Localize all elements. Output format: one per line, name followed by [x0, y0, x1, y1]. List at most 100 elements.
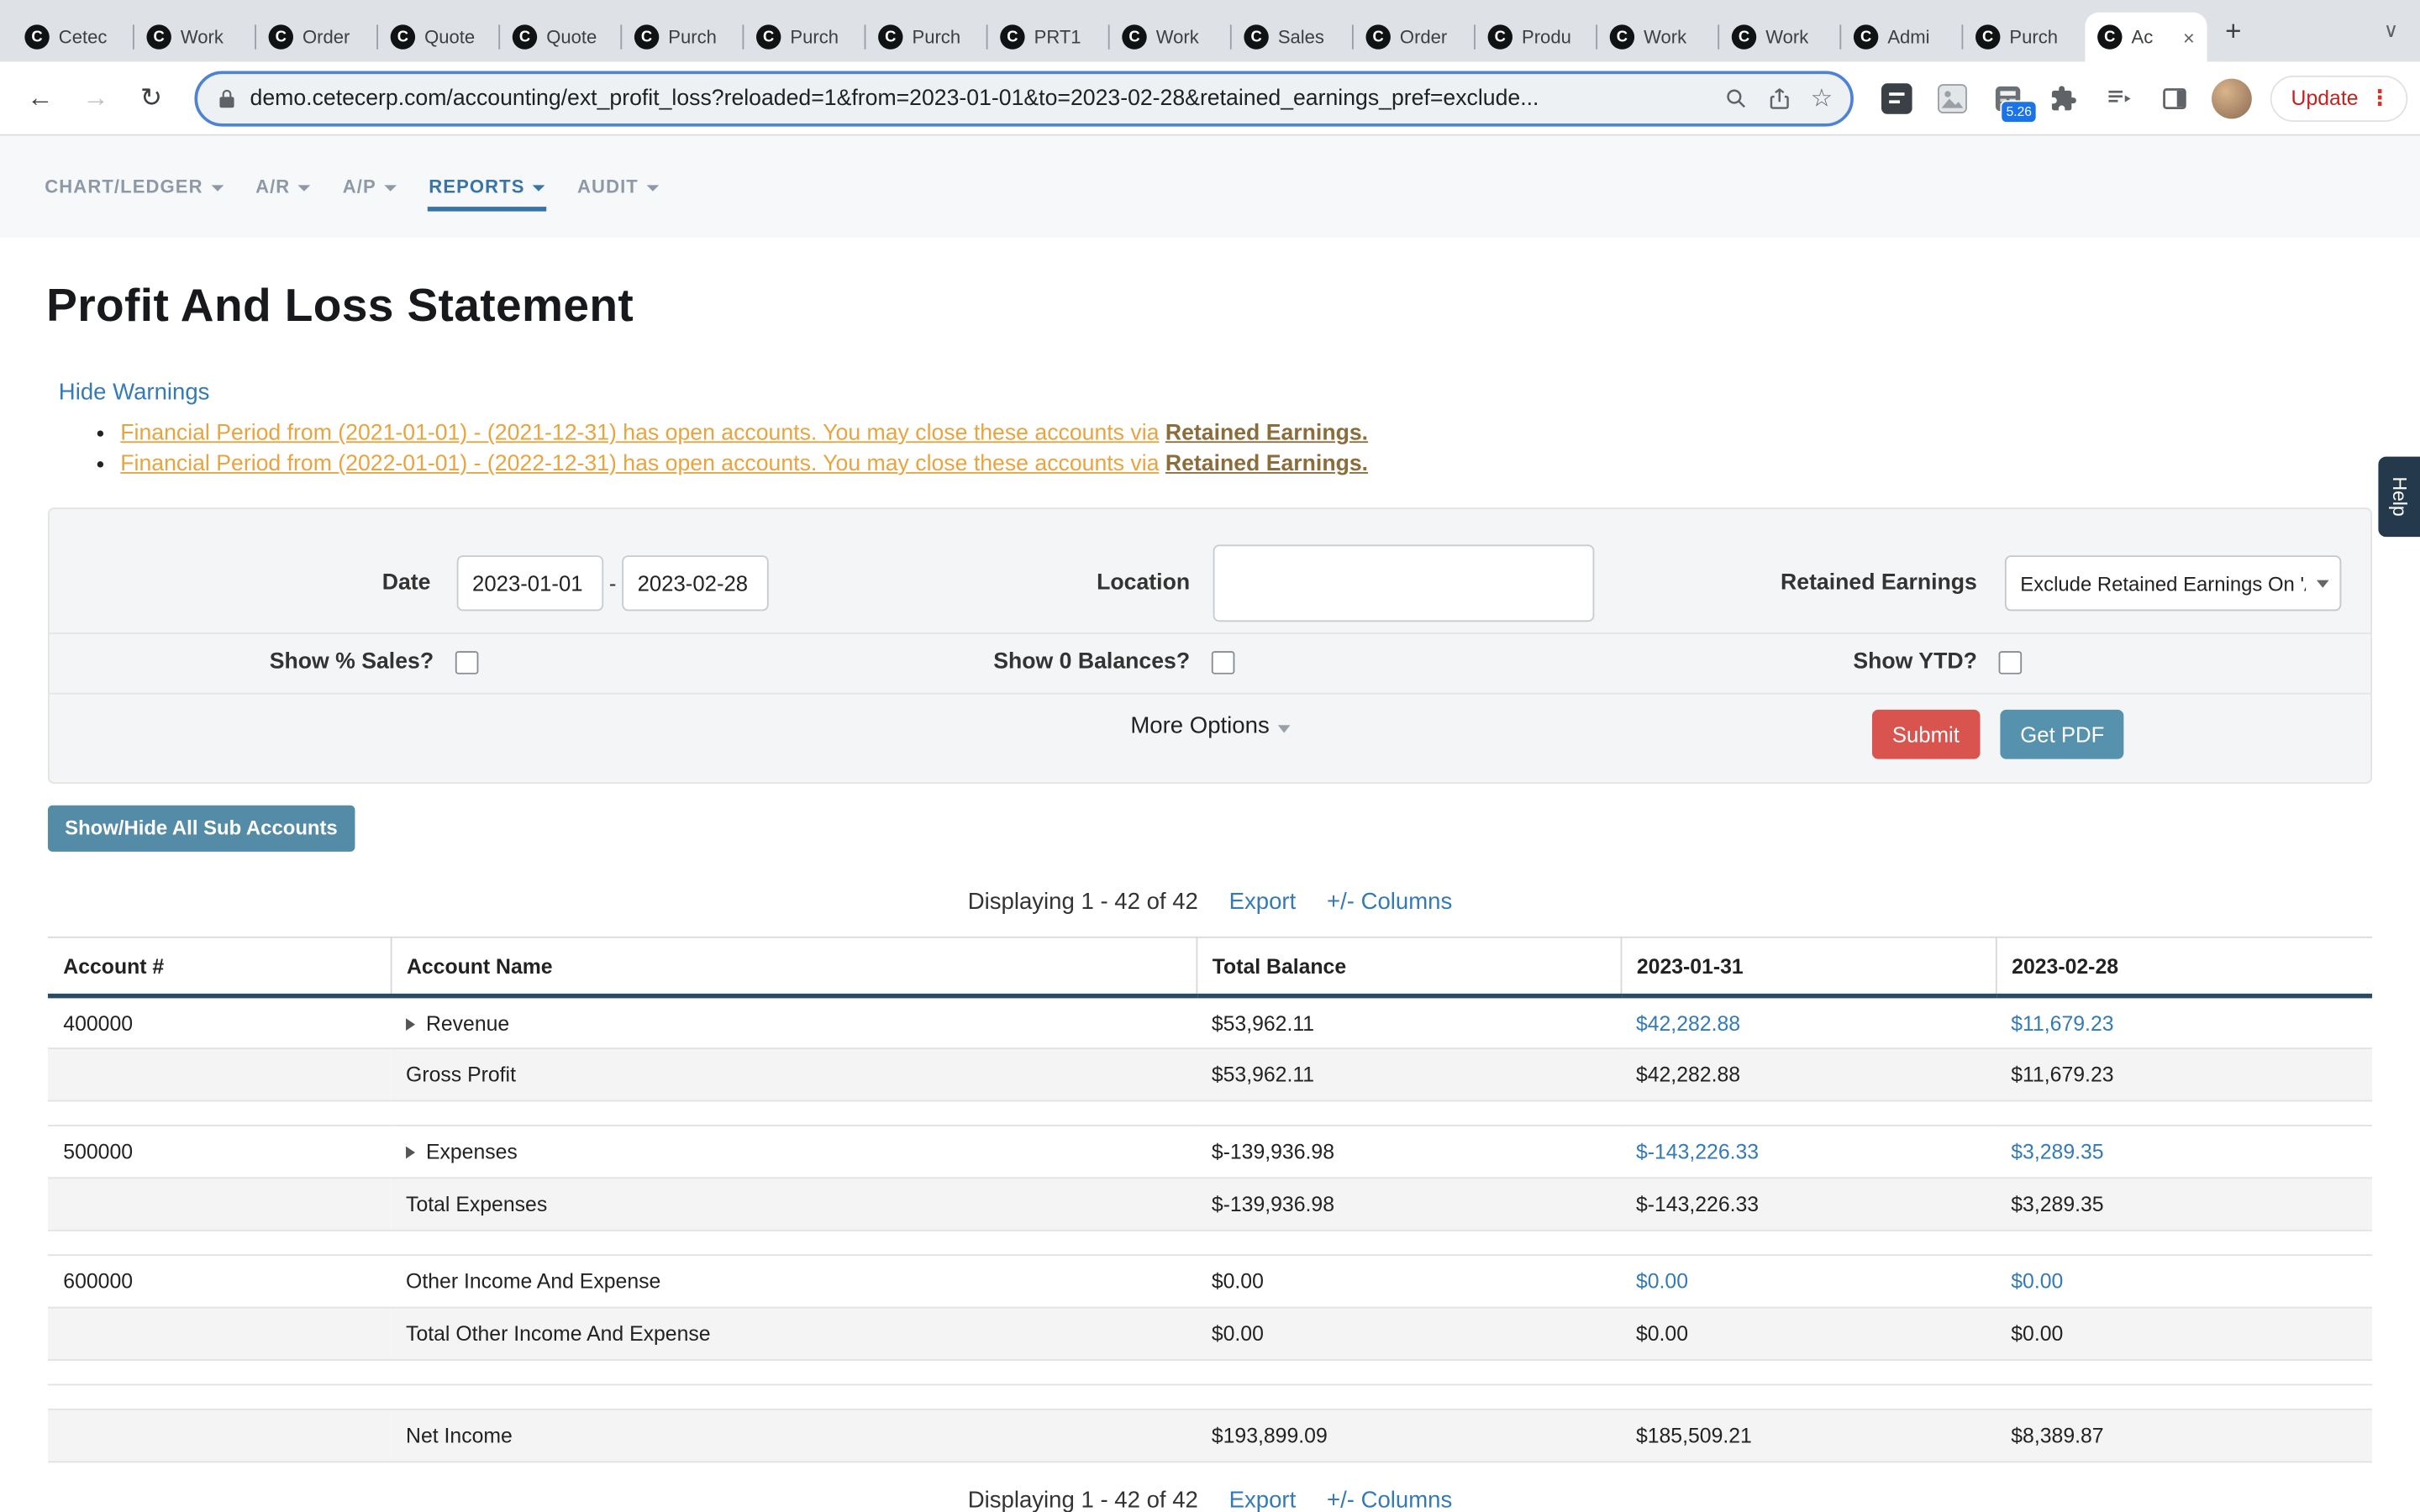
browser-tab[interactable]: CWork: [134, 13, 256, 62]
nav-audit[interactable]: AUDIT: [576, 162, 660, 212]
warning-link[interactable]: Financial Period from (2021-01-01) - (20…: [120, 421, 1159, 445]
month2-value-link[interactable]: $11,679.23: [2011, 1011, 2113, 1035]
table-row: Total Other Income And Expense $0.00 $0.…: [48, 1308, 2372, 1360]
month2-value-link[interactable]: $3,289.35: [2011, 1140, 2103, 1163]
dropdown-caret-icon: [646, 184, 659, 190]
filter-panel: Date - Location Retained Earnings Exclud…: [48, 507, 2372, 784]
month1-value-link[interactable]: $0.00: [1636, 1270, 1688, 1294]
browser-tab[interactable]: CWork: [1719, 13, 1841, 62]
total-balance: $53,962.11: [1196, 996, 1620, 1048]
month1-value-link[interactable]: $42,282.88: [1636, 1011, 1740, 1035]
share-icon[interactable]: [1767, 86, 1791, 110]
submit-button[interactable]: Submit: [1872, 710, 1980, 759]
browser-tab[interactable]: CSales: [1232, 13, 1354, 62]
account-name: Net Income: [391, 1410, 1197, 1462]
expand-row-icon[interactable]: [406, 1018, 415, 1031]
browser-menu-dots-icon[interactable]: ⋮: [2369, 85, 2391, 111]
browser-tab[interactable]: CPurch: [865, 13, 987, 62]
browser-tab[interactable]: CPurch: [744, 13, 865, 62]
browser-tab[interactable]: C Work: [1110, 13, 1232, 62]
browser-tab[interactable]: CQuote: [500, 13, 622, 62]
hide-warnings-link[interactable]: Hide Warnings: [59, 380, 210, 406]
help-tab[interactable]: Help: [2378, 457, 2420, 538]
warnings-list: Financial Period from (2021-01-01) - (20…: [92, 418, 2420, 480]
browser-tab-active[interactable]: CAc×: [2085, 13, 2207, 62]
browser-tab[interactable]: CAdmi: [1841, 13, 1963, 62]
month1-value: $42,282.88: [1621, 1048, 1996, 1100]
warning-link[interactable]: Financial Period from (2022-01-01) - (20…: [120, 452, 1159, 476]
reading-list-icon[interactable]: [2100, 78, 2140, 118]
tab-search-chevron-icon[interactable]: ∨: [2384, 18, 2398, 43]
account-number: 500000: [48, 1126, 391, 1178]
columns-toggle-link[interactable]: +/- Columns: [1327, 889, 1452, 915]
account-name: Total Other Income And Expense: [391, 1308, 1197, 1360]
month1-value-link[interactable]: $-143,226.33: [1636, 1140, 1759, 1163]
nav-label: REPORTS: [429, 176, 524, 197]
page-title: Profit And Loss Statement: [46, 281, 2420, 333]
profit-loss-table: Account # Account Name Total Balance 202…: [48, 937, 2372, 1462]
browser-tab[interactable]: CQuote: [378, 13, 500, 62]
export-link[interactable]: Export: [1229, 889, 1297, 915]
side-panel-icon[interactable]: [2155, 78, 2196, 118]
get-pdf-button[interactable]: Get PDF: [2000, 710, 2124, 759]
nav-label: A/P: [343, 176, 376, 197]
browser-tab[interactable]: CPurch: [622, 13, 744, 62]
back-icon[interactable]: ←: [17, 75, 63, 121]
extension-screenshot-icon[interactable]: [1933, 78, 1973, 118]
retained-earnings-link[interactable]: Retained Earnings.: [1165, 452, 1368, 476]
browser-tab[interactable]: CPurch: [1963, 13, 2085, 62]
site-favicon-icon: C: [1244, 24, 1268, 49]
tab-title: Work: [1156, 26, 1219, 48]
update-button[interactable]: Update ⋮: [2271, 75, 2408, 121]
browser-tab[interactable]: CCetec: [13, 13, 134, 62]
nav-reports[interactable]: REPORTS: [427, 162, 546, 212]
show-hide-subaccounts-button[interactable]: Show/Hide All Sub Accounts: [48, 806, 355, 852]
month2-value-link[interactable]: $0.00: [2011, 1270, 2063, 1294]
selected-option: Exclude Retained Earnings On 'A: [2020, 572, 2306, 596]
profile-avatar[interactable]: [2212, 78, 2253, 118]
tab-title: PRT1: [1034, 26, 1097, 48]
browser-tab[interactable]: COrder: [1354, 13, 1476, 62]
address-bar[interactable]: demo.cetecerp.com/accounting/ext_profit_…: [194, 71, 1854, 126]
nav-ar[interactable]: A/R: [254, 162, 312, 212]
reload-icon[interactable]: ↻: [128, 75, 174, 121]
expand-row-icon[interactable]: [406, 1147, 415, 1159]
extension-dark-doc-icon[interactable]: [1877, 78, 1918, 118]
columns-toggle-link[interactable]: +/- Columns: [1327, 1488, 1452, 1512]
retained-earnings-link[interactable]: Retained Earnings.: [1165, 421, 1368, 445]
tab-title: Work: [181, 26, 244, 48]
url-text[interactable]: demo.cetecerp.com/accounting/ext_profit_…: [250, 86, 1706, 110]
nav-chart-ledger[interactable]: CHART/LEDGER: [43, 162, 224, 212]
export-link[interactable]: Export: [1229, 1488, 1297, 1512]
zoom-icon[interactable]: [1724, 86, 1749, 110]
tab-title: Order: [302, 26, 366, 48]
nav-label: AUDIT: [577, 176, 639, 197]
update-label: Update: [2291, 87, 2359, 110]
site-favicon-icon: C: [24, 24, 49, 49]
browser-tab[interactable]: CProdu: [1476, 13, 1597, 62]
screen: CCetec CWork COrder CQuote CQuote CPurch…: [0, 0, 2420, 1512]
tab-close-icon[interactable]: ×: [2183, 27, 2195, 47]
new-tab-button[interactable]: +: [2213, 11, 2254, 51]
spacer-row: [48, 1384, 2372, 1409]
site-favicon-icon: C: [1610, 24, 1634, 49]
extension-currency-icon[interactable]: 5.26: [1989, 78, 2029, 118]
show-ytd-checkbox[interactable]: [1999, 651, 2023, 675]
site-favicon-icon: C: [1122, 24, 1146, 49]
browser-tab[interactable]: COrder: [256, 13, 378, 62]
displaying-count: Displaying 1 - 42 of 42: [968, 1488, 1198, 1512]
table-row-net-income: Net Income $193,899.09 $185,509.21 $8,38…: [48, 1410, 2372, 1462]
browser-tab[interactable]: CPRT1: [988, 13, 1110, 62]
nav-ap[interactable]: A/P: [341, 162, 398, 212]
lock-icon[interactable]: [216, 87, 238, 109]
month2-value: $0.00: [1996, 1308, 2372, 1360]
bookmark-star-icon[interactable]: ☆: [1811, 82, 1833, 113]
total-balance: $193,899.09: [1196, 1410, 1620, 1462]
retained-earnings-select[interactable]: Exclude Retained Earnings On 'A: [2005, 555, 2341, 611]
forward-icon[interactable]: →: [72, 75, 118, 121]
extensions-puzzle-icon[interactable]: [2044, 78, 2085, 118]
col-header-total: Total Balance: [1196, 937, 1620, 996]
browser-tab[interactable]: CWork: [1597, 13, 1719, 62]
site-favicon-icon: C: [513, 24, 537, 49]
tab-title: Ac: [2132, 26, 2174, 48]
